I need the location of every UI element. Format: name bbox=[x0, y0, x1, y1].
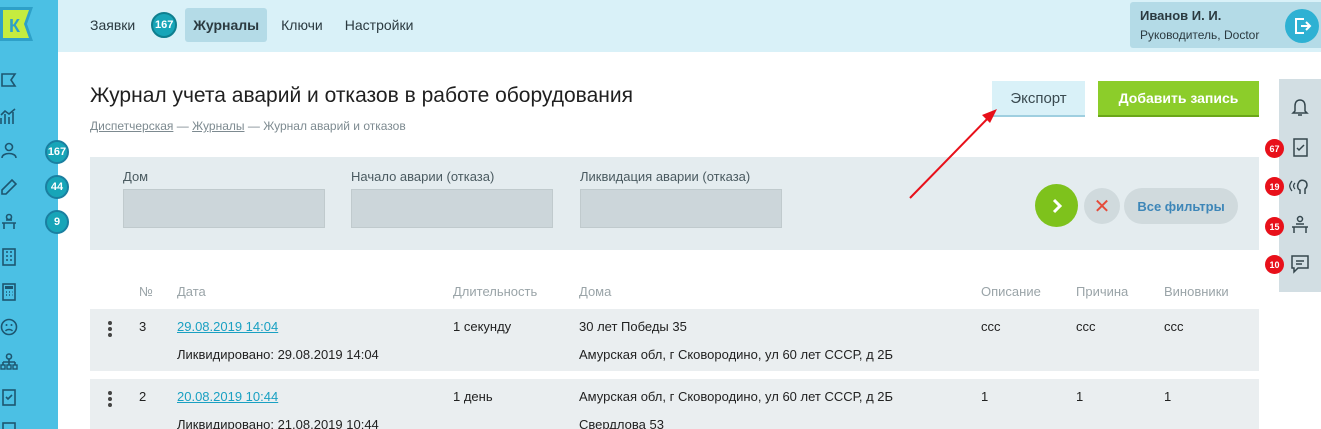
column-header-culprits[interactable]: Виновники bbox=[1164, 284, 1229, 299]
chat-icon[interactable] bbox=[1289, 253, 1311, 275]
logout-button[interactable] bbox=[1285, 9, 1319, 43]
svg-text:К: К bbox=[9, 16, 21, 36]
row-cause: 1 bbox=[1076, 389, 1084, 404]
row-resolved: Ликвидировано: 21.08.2019 10:44 bbox=[177, 417, 379, 429]
row-duration: 1 секунду bbox=[453, 319, 512, 334]
logout-icon bbox=[1295, 18, 1312, 34]
clipboard-icon[interactable] bbox=[0, 388, 18, 406]
main-nav: Заявки 167 Журналы Ключи Настройки bbox=[82, 8, 421, 42]
column-header-date[interactable]: Дата bbox=[177, 284, 206, 299]
breadcrumb-journals[interactable]: Журналы bbox=[192, 119, 244, 133]
right-badge-speaker: 19 bbox=[1265, 177, 1284, 196]
sidebar-badge-edit: 44 bbox=[45, 175, 69, 199]
flag-icon[interactable] bbox=[0, 72, 18, 90]
row-date[interactable]: 20.08.2019 10:44 bbox=[177, 389, 278, 404]
column-header-houses[interactable]: Дома bbox=[579, 284, 611, 299]
row-number: 2 bbox=[139, 389, 147, 404]
sidebar-badge-requests: 167 bbox=[45, 140, 69, 164]
breadcrumb-dispatch[interactable]: Диспетчерская bbox=[90, 119, 173, 133]
table-row[interactable]: 2 20.08.2019 10:44 Ликвидировано: 21.08.… bbox=[90, 379, 1259, 429]
right-badge-clipboard: 67 bbox=[1265, 139, 1284, 158]
top-bar: Заявки 167 Журналы Ключи Настройки Ивано… bbox=[58, 0, 1321, 52]
edit-icon[interactable] bbox=[0, 178, 18, 196]
row-culprits: ccc bbox=[1164, 319, 1184, 334]
building-icon[interactable] bbox=[0, 248, 18, 266]
column-header-cause[interactable]: Причина bbox=[1076, 284, 1128, 299]
filter-end-label: Ликвидация аварии (отказа) bbox=[580, 169, 751, 184]
nav-requests-label: Заявки bbox=[90, 17, 136, 33]
face-icon[interactable] bbox=[0, 318, 18, 336]
page-title: Журнал учета аварий и отказов в работе о… bbox=[90, 84, 633, 107]
column-header-description[interactable]: Описание bbox=[981, 284, 1041, 299]
column-header-number: № bbox=[139, 284, 153, 299]
speaker-head-icon[interactable] bbox=[1289, 175, 1311, 197]
nav-keys[interactable]: Ключи bbox=[273, 8, 331, 42]
add-record-button[interactable]: Добавить запись bbox=[1098, 81, 1259, 117]
apply-filter-button[interactable] bbox=[1035, 184, 1078, 227]
row-description: 1 bbox=[981, 389, 989, 404]
row-duration: 1 день bbox=[453, 389, 493, 404]
filter-house-label: Дом bbox=[123, 169, 149, 184]
row-resolved: Ликвидировано: 29.08.2019 14:04 bbox=[177, 347, 379, 362]
row-description: ccc bbox=[981, 319, 1001, 334]
row-date[interactable]: 29.08.2019 14:04 bbox=[177, 319, 278, 334]
breadcrumb: Диспетчерская — Журналы — Журнал аварий … bbox=[90, 119, 406, 133]
more-icon[interactable] bbox=[0, 421, 18, 429]
people-icon[interactable] bbox=[0, 142, 18, 160]
filter-start-input[interactable] bbox=[351, 189, 553, 228]
clear-filter-button[interactable]: ✕ bbox=[1084, 188, 1120, 224]
export-button[interactable]: Экспорт bbox=[992, 81, 1085, 117]
row-house-2: Амурская обл, г Сковородино, ул 60 лет С… bbox=[579, 347, 894, 362]
chevron-right-icon bbox=[1052, 198, 1062, 213]
calculator-icon[interactable] bbox=[0, 283, 18, 301]
row-cause: ccc bbox=[1076, 319, 1096, 334]
nav-journals[interactable]: Журналы bbox=[185, 8, 268, 42]
all-filters-button[interactable]: Все фильтры bbox=[1124, 188, 1238, 224]
row-date-link[interactable]: 20.08.2019 10:44 bbox=[177, 389, 278, 404]
row-menu-icon[interactable] bbox=[108, 391, 112, 409]
sidebar-badge-desk: 9 bbox=[45, 210, 69, 234]
nav-requests-badge: 167 bbox=[151, 12, 178, 38]
row-house-1: Амурская обл, г Сковородино, ул 60 лет С… bbox=[579, 389, 894, 404]
app-logo[interactable]: К bbox=[0, 5, 40, 45]
right-badge-chat: 10 bbox=[1265, 255, 1284, 274]
clipboard-check-icon[interactable] bbox=[1289, 136, 1311, 158]
breadcrumb-separator: — bbox=[176, 119, 189, 133]
row-house-2: Свердлова 53 bbox=[579, 417, 664, 429]
bell-icon[interactable] bbox=[1289, 96, 1311, 118]
desk-icon[interactable] bbox=[1289, 214, 1311, 236]
column-header-duration[interactable]: Длительность bbox=[453, 284, 537, 299]
org-icon[interactable] bbox=[0, 353, 18, 371]
chart-icon[interactable] bbox=[0, 108, 18, 126]
desk-icon[interactable] bbox=[0, 213, 18, 231]
row-house-1: 30 лет Победы 35 bbox=[579, 319, 687, 334]
breadcrumb-current: Журнал аварий и отказов bbox=[263, 119, 406, 133]
row-culprits: 1 bbox=[1164, 389, 1172, 404]
breadcrumb-separator: — bbox=[247, 119, 260, 133]
row-number: 3 bbox=[139, 319, 147, 334]
filter-end-input[interactable] bbox=[580, 189, 782, 228]
filter-house-input[interactable] bbox=[123, 189, 325, 228]
table-row[interactable]: 3 29.08.2019 14:04 Ликвидировано: 29.08.… bbox=[90, 309, 1259, 371]
row-menu-icon[interactable] bbox=[108, 321, 112, 339]
nav-settings[interactable]: Настройки bbox=[337, 8, 422, 42]
filters-panel: Дом Начало аварии (отказа) Ликвидация ав… bbox=[90, 157, 1259, 250]
right-badge-desk: 15 bbox=[1265, 217, 1284, 236]
nav-requests[interactable]: Заявки bbox=[82, 8, 151, 42]
filter-start-label: Начало аварии (отказа) bbox=[351, 169, 495, 184]
row-date-link[interactable]: 29.08.2019 14:04 bbox=[177, 319, 278, 334]
